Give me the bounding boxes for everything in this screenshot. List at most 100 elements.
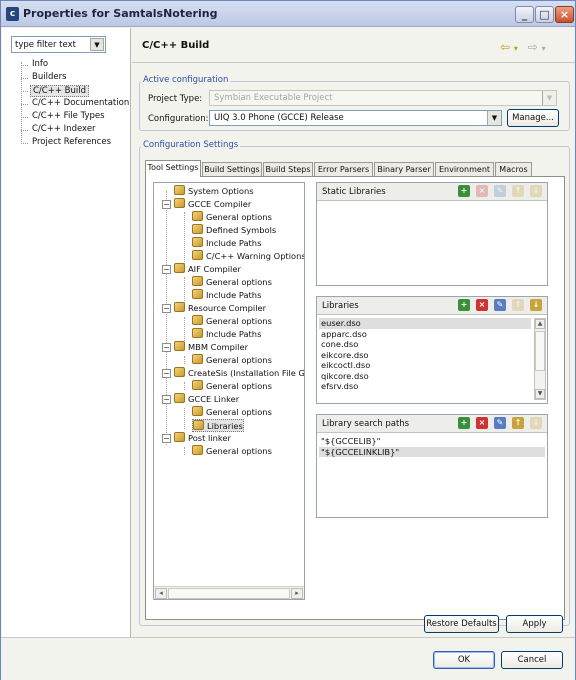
tree-item[interactable]: Resource Compiler: [174, 302, 266, 315]
tab-tool-settings[interactable]: Tool Settings: [145, 160, 201, 177]
tree-horizontal-scrollbar[interactable]: ◂ ▸: [154, 586, 304, 599]
tree-item[interactable]: AIF Compiler: [174, 263, 241, 276]
apply-button[interactable]: Apply: [506, 615, 563, 633]
tree-item[interactable]: Include Paths: [192, 289, 261, 302]
tree-item[interactable]: System Options: [174, 185, 254, 198]
chevron-down-icon[interactable]: ▼: [487, 111, 501, 125]
add-icon[interactable]: +: [458, 417, 470, 429]
scroll-right-icon[interactable]: ▸: [291, 588, 303, 599]
tree-item-selected[interactable]: Libraries: [192, 419, 244, 432]
tree-item[interactable]: GCCE Compiler: [174, 198, 251, 211]
collapse-icon[interactable]: −: [162, 265, 171, 274]
edit-icon[interactable]: ✎: [494, 299, 506, 311]
tree-item[interactable]: Include Paths: [192, 237, 261, 250]
back-menu-chevron-icon[interactable]: ▾: [514, 44, 518, 53]
tree-item-label: Defined Symbols: [206, 225, 277, 235]
collapse-icon[interactable]: −: [162, 343, 171, 352]
project-type-value: Symbian Executable Project: [214, 93, 333, 103]
sidebar-item-cpp-documentation[interactable]: C/C++ Documentation: [30, 98, 131, 108]
scroll-down-icon[interactable]: ▼: [535, 389, 545, 399]
libraries-title: Libraries: [322, 301, 359, 311]
list-item[interactable]: eikcore.dso: [319, 350, 531, 361]
tree-item[interactable]: General options: [192, 211, 272, 224]
scrollbar-thumb[interactable]: [535, 331, 545, 371]
delete-icon[interactable]: ×: [476, 299, 488, 311]
edit-icon[interactable]: ✎: [494, 185, 506, 197]
tree-line: [184, 447, 185, 455]
forward-arrow-icon[interactable]: ⇨: [528, 40, 538, 54]
libraries-vertical-scrollbar[interactable]: ▲ ▼: [534, 318, 546, 400]
restore-defaults-button[interactable]: Restore Defaults: [424, 615, 499, 633]
list-item[interactable]: efsrv.dso: [319, 381, 531, 392]
close-button[interactable]: ×: [555, 6, 574, 23]
tree-item[interactable]: General options: [192, 354, 272, 367]
configuration-select[interactable]: UIQ 3.0 Phone (GCCE) Release ▼: [209, 110, 502, 126]
collapse-icon[interactable]: −: [162, 200, 171, 209]
sidebar-item-cpp-build[interactable]: C/C++ Build: [30, 85, 90, 97]
tab-macros[interactable]: Macros: [495, 162, 532, 176]
collapse-icon[interactable]: −: [162, 395, 171, 404]
chevron-down-icon[interactable]: ▼: [90, 38, 104, 51]
list-item[interactable]: "${GCCELIB}": [319, 436, 545, 447]
list-item[interactable]: apparc.dso: [319, 329, 531, 340]
delete-icon[interactable]: ×: [476, 417, 488, 429]
tree-item[interactable]: CreateSis (Installation File Gr: [174, 367, 304, 380]
tab-build-settings[interactable]: Build Settings: [202, 162, 262, 176]
move-up-icon[interactable]: ↑: [512, 299, 524, 311]
add-icon[interactable]: +: [458, 185, 470, 197]
tab-error-parsers[interactable]: Error Parsers: [314, 162, 373, 176]
tree-item[interactable]: Defined Symbols: [192, 224, 276, 237]
move-down-icon[interactable]: ↓: [530, 185, 542, 197]
manage-button[interactable]: Manage...: [507, 109, 559, 127]
sidebar-item-info[interactable]: Info: [30, 59, 50, 69]
maximize-button[interactable]: □: [535, 6, 554, 23]
scrollbar-thumb[interactable]: [168, 588, 290, 599]
ok-button[interactable]: OK: [433, 651, 495, 669]
list-item[interactable]: eikcoctl.dso: [319, 360, 531, 371]
collapse-icon[interactable]: −: [162, 434, 171, 443]
delete-icon[interactable]: ×: [476, 185, 488, 197]
tab-binary-parser[interactable]: Binary Parser: [374, 162, 434, 176]
libraries-list[interactable]: euser.dso apparc.dso cone.dso eikcore.ds…: [319, 318, 531, 396]
tree-item[interactable]: General options: [192, 315, 272, 328]
sidebar-item-cpp-indexer[interactable]: C/C++ Indexer: [30, 124, 98, 134]
title-bar[interactable]: c Properties for SamtalsNotering _ □ ×: [1, 1, 575, 27]
tab-build-steps[interactable]: Build Steps: [263, 162, 313, 176]
collapse-icon[interactable]: −: [162, 304, 171, 313]
tree-item[interactable]: General options: [192, 445, 272, 458]
add-icon[interactable]: +: [458, 299, 470, 311]
tree-item[interactable]: GCCE Linker: [174, 393, 239, 406]
tab-environment[interactable]: Environment: [435, 162, 494, 176]
tree-item[interactable]: General options: [192, 276, 272, 289]
tree-line: [21, 117, 28, 118]
tree-item[interactable]: Include Paths: [192, 328, 261, 341]
tree-item[interactable]: General options: [192, 380, 272, 393]
move-up-icon[interactable]: ↑: [512, 185, 524, 197]
list-item[interactable]: euser.dso: [319, 318, 531, 329]
list-item[interactable]: qikcore.dso: [319, 371, 531, 382]
list-item[interactable]: cone.dso: [319, 339, 531, 350]
cancel-button[interactable]: Cancel: [501, 651, 563, 669]
tree-item[interactable]: General options: [192, 406, 272, 419]
back-arrow-icon[interactable]: ⇦: [500, 40, 510, 54]
forward-menu-chevron-icon[interactable]: ▾: [542, 44, 546, 53]
move-down-icon[interactable]: ↓: [530, 299, 542, 311]
edit-icon[interactable]: ✎: [494, 417, 506, 429]
collapse-icon[interactable]: −: [162, 369, 171, 378]
move-up-icon[interactable]: ↑: [512, 417, 524, 429]
settings-page-icon: [192, 354, 203, 364]
minimize-button[interactable]: _: [515, 6, 534, 23]
tree-item[interactable]: C/C++ Warning Options: [192, 250, 304, 263]
scroll-left-icon[interactable]: ◂: [155, 588, 167, 599]
sidebar-item-project-references[interactable]: Project References: [30, 137, 113, 147]
filter-input[interactable]: type filter text ▼: [11, 36, 106, 53]
scroll-up-icon[interactable]: ▲: [535, 319, 545, 329]
sidebar-item-builders[interactable]: Builders: [30, 72, 69, 82]
sidebar-item-cpp-file-types[interactable]: C/C++ File Types: [30, 111, 107, 121]
list-item[interactable]: "${GCCELINKLIB}": [319, 446, 545, 457]
tree-item[interactable]: MBM Compiler: [174, 341, 248, 354]
library-search-paths-list[interactable]: "${GCCELIB}" "${GCCELINKLIB}": [319, 436, 545, 457]
move-down-icon[interactable]: ↓: [530, 417, 542, 429]
tool-settings-tree[interactable]: System Options − GCCE Compiler General o…: [153, 182, 305, 600]
tree-item[interactable]: Post linker: [174, 432, 231, 445]
